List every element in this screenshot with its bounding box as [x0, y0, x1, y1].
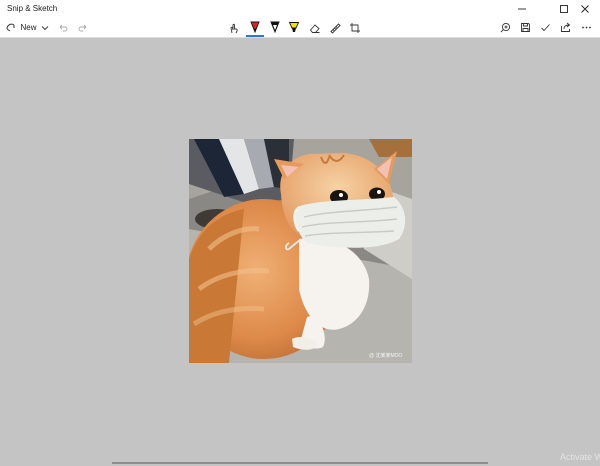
selected-tool-indicator	[246, 35, 264, 37]
eraser-button[interactable]	[307, 18, 323, 37]
save-button[interactable]	[517, 18, 533, 37]
minimize-icon	[518, 8, 526, 10]
close-button[interactable]	[570, 0, 600, 18]
chevron-down-icon	[41, 25, 49, 30]
ruler-button[interactable]	[327, 18, 343, 37]
pencil-button[interactable]	[267, 18, 283, 37]
copy-button[interactable]	[537, 18, 553, 37]
photo-watermark: @ 沈某某MOO	[369, 352, 403, 359]
toolbar: New	[0, 18, 600, 38]
more-icon	[581, 26, 591, 29]
highlighter-icon	[288, 22, 300, 32]
redo-icon	[78, 24, 87, 31]
activate-windows-watermark: Activate Windo	[560, 452, 600, 462]
title-bar: Snip & Sketch	[0, 0, 600, 18]
crop-button[interactable]	[347, 18, 363, 37]
highlighter-button[interactable]	[286, 18, 302, 37]
minimize-button[interactable]	[507, 0, 537, 18]
close-icon	[581, 5, 589, 13]
undo-button[interactable]	[56, 18, 70, 37]
touch-writing-button[interactable]	[226, 18, 242, 37]
new-dropdown-button[interactable]	[39, 18, 51, 37]
new-label: New	[20, 23, 37, 32]
cat-photo-illustration: @ 沈某某MOO	[189, 139, 412, 363]
share-button[interactable]	[557, 18, 573, 37]
cat-photo[interactable]: @ 沈某某MOO	[189, 139, 412, 363]
save-icon	[520, 23, 530, 32]
new-snip-icon	[6, 23, 15, 32]
eraser-icon	[309, 23, 320, 33]
app-title: Snip & Sketch	[7, 4, 58, 13]
maximize-icon	[560, 5, 568, 13]
ruler-icon	[330, 22, 341, 34]
checkmark-icon	[540, 24, 550, 32]
new-snip-button[interactable]: New	[4, 18, 38, 37]
crop-icon	[350, 22, 360, 33]
zoom-icon	[500, 22, 510, 33]
ballpoint-pen-icon	[250, 21, 260, 34]
undo-icon	[59, 24, 68, 31]
redo-button[interactable]	[76, 18, 90, 37]
touch-writing-icon	[230, 23, 238, 33]
zoom-button[interactable]	[497, 18, 513, 37]
see-more-button[interactable]	[578, 18, 594, 37]
horizontal-scrollbar[interactable]	[112, 462, 488, 464]
share-icon	[560, 22, 570, 32]
pencil-icon	[270, 21, 280, 34]
